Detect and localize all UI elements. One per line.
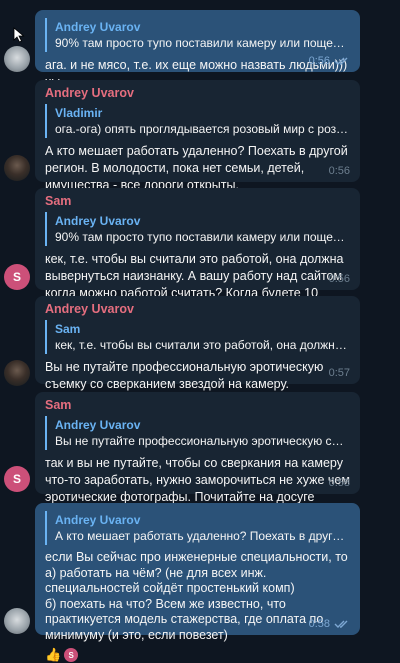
quote-text: кек, т.е. чтобы вы считали это работой, …: [55, 338, 350, 352]
avatar[interactable]: [4, 608, 30, 634]
message-sender[interactable]: Andrey Uvarov: [45, 302, 350, 316]
message-text: Вы не путайте профессиональную эротическ…: [45, 360, 324, 391]
message-sender[interactable]: Sam: [45, 398, 350, 412]
quote-text: А кто мешает работать удаленно? Поехать …: [55, 529, 350, 543]
avatar[interactable]: [4, 360, 30, 386]
message-time: 0:58: [308, 618, 330, 630]
message-text-line: если Вы сейчас про инженерные специально…: [45, 550, 348, 564]
avatar[interactable]: S: [4, 466, 30, 492]
double-check-icon: [334, 620, 348, 628]
message-meta: 0:58: [309, 618, 350, 630]
message-meta: 0:56: [309, 55, 350, 67]
message-time: 0:56: [328, 273, 350, 285]
reply-quote[interactable]: Andrey Uvarov А кто мешает работать удал…: [45, 511, 350, 545]
reply-quote[interactable]: Andrey Uvarov 90% там просто тупо постав…: [45, 212, 350, 246]
chat-history[interactable]: Andrey Uvarov 90% там просто тупо постав…: [0, 0, 400, 662]
message-time: 0:57: [328, 367, 350, 379]
thumbs-up-icon[interactable]: 👍: [45, 647, 61, 663]
quote-text: ога.-ога) опять проглядывается розовый м…: [55, 122, 350, 136]
quote-author: Andrey Uvarov: [55, 214, 141, 228]
message-time: 0:56: [328, 165, 350, 177]
double-check-icon: [334, 57, 348, 65]
message-time: 0:56: [308, 55, 330, 67]
reply-quote[interactable]: Sam кек, т.е. чтобы вы считали это работ…: [45, 320, 350, 354]
message-sender[interactable]: Sam: [45, 194, 350, 208]
message-text: если Вы сейчас про инженерные специально…: [45, 550, 350, 643]
quote-author: Andrey Uvarov: [55, 513, 141, 527]
quote-text: 90% там просто тупо поставили камеру или…: [55, 230, 350, 244]
message-text-line: б) поехать на что? Всем же известно, что…: [45, 596, 324, 642]
message-meta: 0:56: [329, 273, 350, 285]
quote-author: Sam: [55, 322, 81, 336]
message-meta: 0:58: [329, 477, 350, 489]
message-time: 0:58: [328, 477, 350, 489]
message-bubble-own[interactable]: Andrey Uvarov 90% там просто тупо постав…: [35, 10, 360, 89]
avatar[interactable]: [4, 46, 30, 72]
reaction-bar[interactable]: 👍 S: [45, 647, 350, 663]
message-text-line: а) работать на чём? (не для всех инж. сп…: [45, 565, 295, 596]
quote-text: Вы не путайте профессиональную эротическ…: [55, 434, 350, 448]
avatar[interactable]: [4, 155, 30, 181]
message-sender[interactable]: Andrey Uvarov: [45, 86, 350, 100]
message-meta: 0:56: [329, 165, 350, 177]
message-bubble-own[interactable]: Andrey Uvarov А кто мешает работать удал…: [35, 503, 360, 662]
reply-quote[interactable]: Andrey Uvarov 90% там просто тупо постав…: [45, 18, 350, 52]
message-meta: 0:57: [329, 367, 350, 379]
quote-author: Andrey Uvarov: [55, 20, 141, 34]
avatar[interactable]: S: [4, 264, 30, 290]
message-text: А кто мешает работать удаленно? Поехать …: [45, 144, 348, 192]
message-bubble[interactable]: Sam Andrey Uvarov Вы не путайте професси…: [35, 392, 360, 504]
message-bubble[interactable]: Andrey Uvarov Vladimir ога.-ога) опять п…: [35, 80, 360, 192]
reply-quote[interactable]: Andrey Uvarov Вы не путайте профессионал…: [45, 416, 350, 450]
reaction-avatar: S: [64, 648, 79, 662]
mouse-cursor-icon: [13, 27, 25, 43]
reply-quote[interactable]: Vladimir ога.-ога) опять проглядывается …: [45, 104, 350, 138]
message-bubble[interactable]: Andrey Uvarov Sam кек, т.е. чтобы вы счи…: [35, 296, 360, 391]
quote-text: 90% там просто тупо поставили камеру или…: [55, 36, 350, 50]
quote-author: Vladimir: [55, 106, 103, 120]
quote-author: Andrey Uvarov: [55, 418, 141, 432]
message-text: так и вы не путайте, чтобы со сверкания …: [45, 456, 350, 504]
message-bubble[interactable]: Sam Andrey Uvarov 90% там просто тупо по…: [35, 188, 360, 317]
